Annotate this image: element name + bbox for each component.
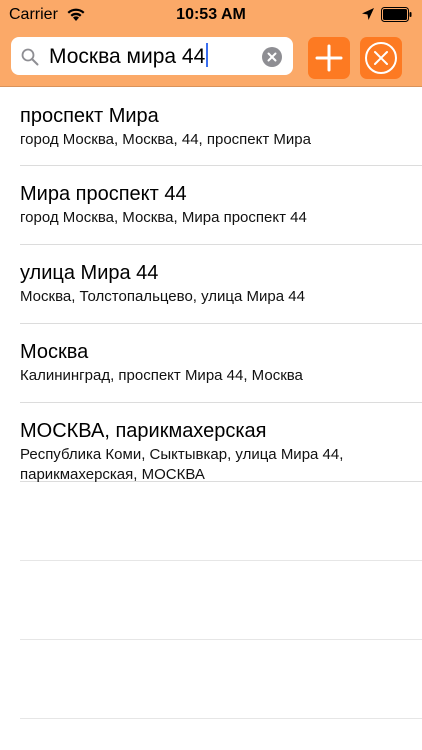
result-row[interactable]: улица Мира 44 Москва, Толстопальцево, ул… [20,245,422,324]
close-button[interactable] [360,37,402,79]
result-title: проспект Мира [20,105,159,127]
result-row[interactable]: проспект Мира город Москва, Москва, 44, … [20,88,422,166]
status-time: 10:53 AM [176,6,246,23]
result-title: МОСКВА, парикмахерская [20,420,267,442]
empty-row [20,640,422,719]
location-arrow-icon [361,7,375,21]
result-subtitle: Калининград, проспект Мира 44, Москва [20,367,303,384]
battery-icon [381,7,413,22]
result-row[interactable]: Москва Калининград, проспект Мира 44, Мо… [20,324,422,403]
text-caret [206,43,209,67]
result-title: Москва [20,341,89,363]
result-subtitle: Республика Коми, Сыктывкар, улица Мира 4… [20,446,344,483]
result-subtitle: город Москва, Москва, 44, проспект Мира [20,131,311,148]
result-row[interactable]: МОСКВА, парикмахерская Республика Коми, … [20,403,422,483]
status-bar: Carrier 10:53 AM [0,0,422,30]
empty-row [20,561,422,640]
add-button[interactable] [308,37,350,79]
close-circle-icon [365,42,397,74]
result-subtitle: Москва, Толстопальцево, улица Мира 44 [20,288,305,305]
search-input[interactable]: Москва мира 44 [11,37,293,75]
search-icon [21,48,39,66]
empty-row [20,482,422,561]
header-bar: Carrier 10:53 AM Москва мира 44 [0,0,422,87]
result-subtitle: город Москва, Москва, Мира проспект 44 [20,209,307,226]
result-row[interactable]: Мира проспект 44 город Москва, Москва, М… [20,166,422,245]
clear-icon[interactable] [262,47,282,67]
search-query-text[interactable]: Москва мира 44 [49,43,209,70]
results-list: проспект Мира город Москва, Москва, 44, … [0,88,422,719]
result-title: Мира проспект 44 [20,183,187,205]
plus-icon [315,44,343,72]
result-title: улица Мира 44 [20,262,159,284]
